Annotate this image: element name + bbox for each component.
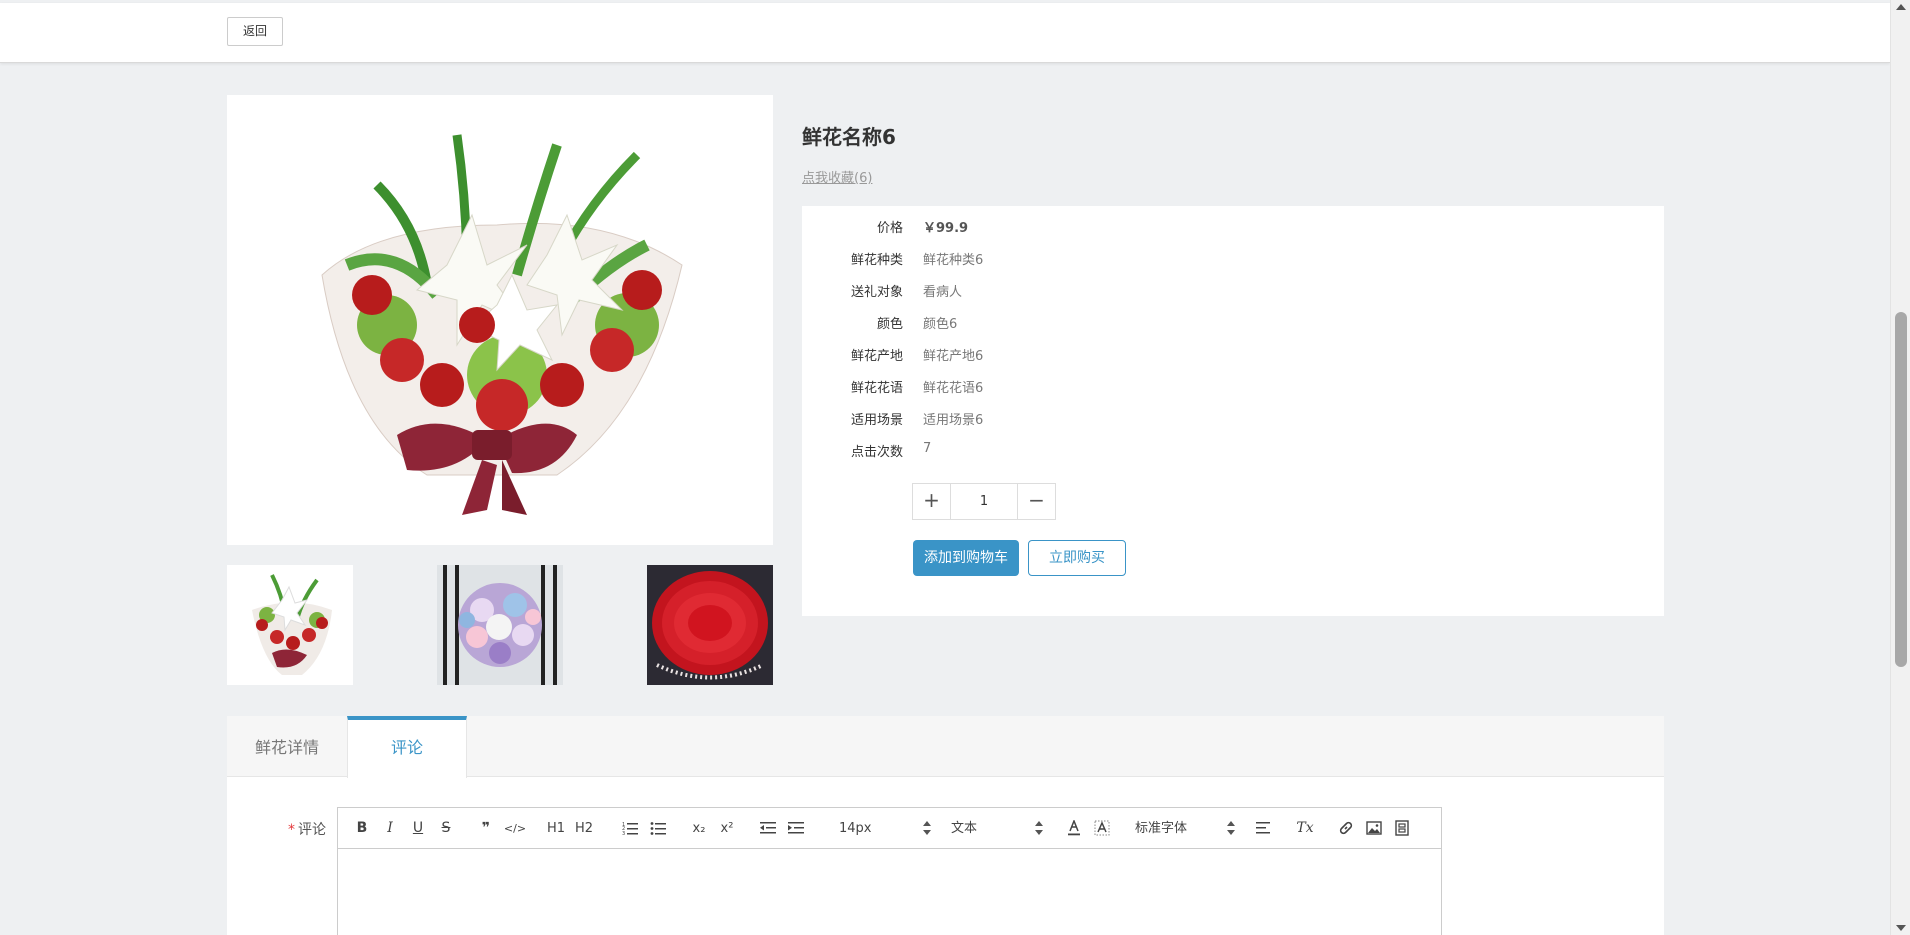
info-row-origin: 鲜花产地 鲜花产地6 [802, 345, 1664, 365]
info-row-color: 颜色 颜色6 [802, 313, 1664, 333]
bold-button[interactable]: B [352, 808, 372, 849]
info-label: 价格 [876, 221, 903, 236]
info-value: 鲜花花语6 [923, 381, 984, 396]
scroll-down-icon[interactable] [1896, 925, 1906, 931]
info-value: 适用场景6 [923, 413, 984, 428]
h1-button[interactable]: H1 [545, 808, 567, 849]
blockquote-button[interactable]: ❞ [476, 808, 496, 849]
select-arrows-icon [923, 821, 931, 835]
size-select[interactable]: 14px [839, 808, 931, 849]
tab-flower-details[interactable]: 鲜花详情 [227, 716, 347, 777]
info-label: 鲜花产地 [850, 349, 903, 364]
select-arrows-icon [1035, 821, 1043, 835]
align-icon[interactable] [1254, 808, 1274, 849]
info-value: 鲜花产地6 [923, 349, 984, 364]
info-label: 颜色 [876, 317, 903, 332]
link-icon[interactable] [1336, 808, 1356, 849]
superscript-button[interactable]: x² [716, 808, 738, 849]
tabs-area: 鲜花详情 评论 * 评论 B I U S ❞ </> H1 H2 1 2 3 x… [227, 716, 1664, 935]
strike-button[interactable]: S [436, 808, 456, 849]
header-select[interactable]: 文本 [951, 808, 1043, 849]
info-row-flower-language: 鲜花花语 鲜花花语6 [802, 377, 1664, 397]
add-to-cart-button[interactable]: 添加到购物车 [913, 540, 1019, 576]
comment-label-text: 评论 [298, 822, 326, 838]
comment-label: * 评论 [288, 819, 326, 839]
info-row-click-count: 点击次数 7 [802, 441, 1664, 461]
scroll-thumb[interactable] [1895, 312, 1907, 667]
svg-text:3: 3 [622, 831, 625, 835]
info-row-recipient: 送礼对象 看病人 [802, 281, 1664, 301]
top-bar: 返回 [0, 3, 1890, 63]
info-label: 鲜花种类 [850, 253, 903, 268]
info-value: 颜色6 [923, 317, 958, 332]
h2-button[interactable]: H2 [573, 808, 595, 849]
subscript-button[interactable]: x₂ [688, 808, 710, 849]
italic-button[interactable]: I [380, 808, 400, 849]
font-color-icon[interactable] [1064, 808, 1084, 849]
background-color-icon[interactable] [1092, 808, 1112, 849]
product-main-image [227, 95, 773, 545]
info-value: ￥99.9 [923, 221, 969, 236]
info-label: 送礼对象 [850, 285, 903, 300]
image-icon[interactable] [1364, 808, 1384, 849]
size-select-value: 14px [839, 821, 872, 836]
rich-text-editor: B I U S ❞ </> H1 H2 1 2 3 x₂ x² 14px 文本 … [337, 807, 1442, 935]
thumbnail-1[interactable] [227, 565, 353, 685]
info-row-occasion: 适用场景 适用场景6 [802, 409, 1664, 429]
thumbnail-2[interactable] [437, 565, 563, 685]
info-label: 鲜花花语 [850, 381, 903, 396]
info-value: 鲜花种类6 [923, 253, 984, 268]
info-value: 看病人 [923, 285, 963, 300]
clear-format-button[interactable]: Tx [1294, 808, 1316, 849]
font-select-value: 标准字体 [1135, 821, 1188, 836]
quantity-input[interactable]: 1 [951, 484, 1017, 519]
font-family-select[interactable]: 标准字体 [1135, 808, 1235, 849]
info-row-price: 价格 ￥99.9 [802, 217, 1664, 237]
quantity-stepper: + 1 − [912, 483, 1056, 520]
video-icon[interactable] [1392, 808, 1412, 849]
editor-toolbar: B I U S ❞ </> H1 H2 1 2 3 x₂ x² 14px 文本 … [338, 808, 1441, 849]
required-mark: * [288, 822, 295, 838]
outdent-icon[interactable] [758, 808, 778, 849]
quantity-minus-button[interactable]: − [1017, 484, 1055, 519]
bullet-list-icon[interactable] [648, 808, 668, 849]
ordered-list-icon[interactable]: 1 2 3 [620, 808, 640, 849]
info-value: 7 [923, 441, 932, 456]
back-button[interactable]: 返回 [227, 17, 283, 46]
favorite-link[interactable]: 点我收藏(6) [802, 167, 872, 186]
tabs-bar: 鲜花详情 评论 [227, 716, 1664, 778]
info-label: 适用场景 [850, 413, 903, 428]
underline-button[interactable]: U [408, 808, 428, 849]
page-scrollbar[interactable] [1890, 0, 1910, 935]
editor-content-area[interactable] [338, 849, 1441, 935]
code-button[interactable]: </> [502, 808, 528, 849]
indent-icon[interactable] [786, 808, 806, 849]
quantity-plus-button[interactable]: + [913, 484, 951, 519]
header-select-value: 文本 [951, 821, 978, 836]
scroll-up-icon[interactable] [1896, 4, 1906, 10]
tab-comments[interactable]: 评论 [347, 716, 467, 778]
buy-now-button[interactable]: 立即购买 [1028, 540, 1126, 576]
select-arrows-icon [1227, 821, 1235, 835]
thumbnail-3[interactable] [647, 565, 773, 685]
info-label: 点击次数 [850, 445, 903, 460]
product-title: 鲜花名称6 [802, 125, 896, 149]
info-row-category: 鲜花种类 鲜花种类6 [802, 249, 1664, 269]
